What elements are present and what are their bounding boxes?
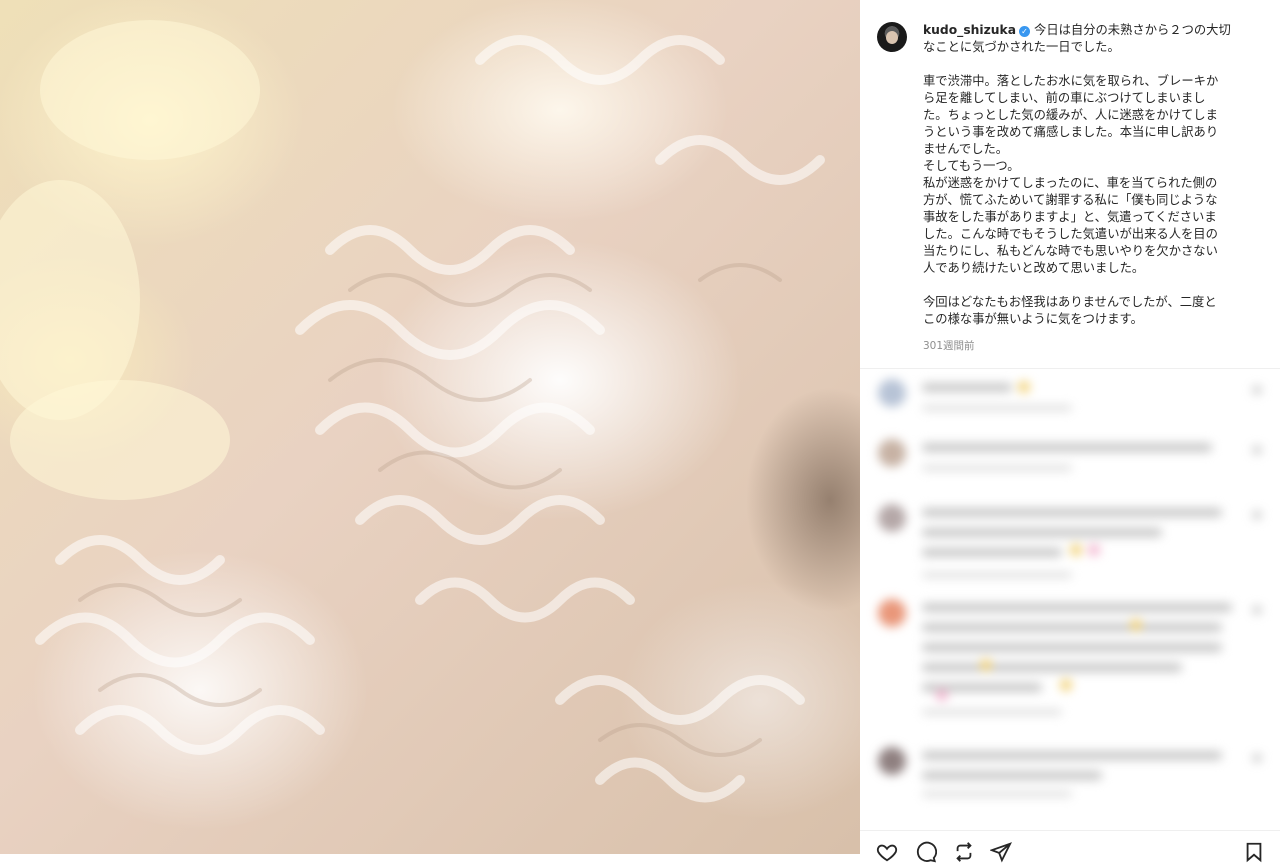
emoji (1060, 679, 1072, 691)
caption-first-line: kudo_shizuka ✓ 今日は自分の未熟さから２つの大切 (923, 22, 1248, 39)
emoji (1088, 544, 1100, 556)
emoji (980, 659, 992, 671)
caption-line: うという事を改めて痛感しました。本当に申し訳あり (923, 125, 1219, 139)
comment-text-blurred (922, 643, 1222, 652)
caption-line: た。ちょっとした気の緩みが、人に迷惑をかけてしま (923, 108, 1218, 122)
emoji (1070, 544, 1082, 556)
caption-section: kudo_shizuka ✓ 今日は自分の未熟さから２つの大切 なことに気づかされた… (860, 0, 1280, 369)
comments-list-blurred (860, 369, 1280, 809)
send-icon[interactable] (990, 841, 1012, 863)
caption-line: 人であり続けたいと改めて思いました。 (923, 261, 1145, 275)
comment-meta-blurred (922, 791, 1072, 797)
emoji (1130, 619, 1142, 631)
caption-line: 方が、慌てふためいて謝罪する私に「僕も同じような (923, 193, 1218, 207)
comment-text-blurred (922, 383, 1012, 392)
comment-text-blurred (922, 508, 1222, 517)
comment-text-blurred (922, 751, 1222, 760)
heart-icon[interactable] (876, 841, 898, 863)
repost-icon[interactable] (953, 841, 975, 863)
bookmark-icon[interactable] (1243, 841, 1265, 863)
comment-meta-blurred (922, 405, 1072, 411)
heart-icon[interactable] (1252, 605, 1262, 615)
caption-line: 私が迷惑をかけてしまったのに、車を当てられた側の (923, 176, 1218, 190)
heart-icon[interactable] (1252, 385, 1262, 395)
comment-text-blurred (922, 528, 1162, 537)
caption-line: 今回はどなたもお怪我はありませんでしたが、二度と (923, 295, 1217, 309)
caption-line: ませんでした。 (923, 142, 1009, 156)
caption-line: 今日は自分の未熟さから２つの大切 (1034, 23, 1231, 37)
comment-text-blurred (922, 443, 1212, 452)
heart-icon[interactable] (1252, 445, 1262, 455)
post-caption: kudo_shizuka ✓ 今日は自分の未熟さから２つの大切 なことに気づかされた… (923, 22, 1248, 328)
emoji (1018, 381, 1030, 393)
caption-line: した。こんな時でもそうした気遣いが出来る人を目の (923, 227, 1218, 241)
caption-line: 事故をした事がありますよ」と、気遣ってくださいま (923, 210, 1217, 224)
avatar[interactable] (878, 379, 906, 407)
comment-text-blurred (922, 663, 1182, 672)
comment-text-blurred (922, 548, 1062, 557)
carnation-flowers-image (0, 20, 825, 803)
caption-line: そしてもう一つ。 (923, 159, 1020, 173)
comment-text-blurred (922, 771, 1102, 780)
comment-meta-blurred (922, 709, 1062, 715)
emoji (936, 689, 948, 701)
post-action-bar (860, 830, 1280, 863)
comment-text-blurred (922, 603, 1232, 612)
post-photo (0, 0, 860, 854)
avatar[interactable] (878, 747, 906, 775)
avatar[interactable] (878, 504, 906, 532)
caption-line: 車で渋滞中。落としたお水に気を取られ、ブレーキか (923, 74, 1219, 88)
heart-icon[interactable] (1252, 753, 1262, 763)
comment-icon[interactable] (915, 841, 937, 863)
caption-line: 当たりにし、私もどんな時でも思いやりを欠かさない (923, 244, 1218, 258)
username-link[interactable]: kudo_shizuka (923, 23, 1016, 37)
avatar[interactable] (877, 22, 907, 52)
post-timestamp[interactable]: 301週間前 (923, 338, 975, 353)
post-side-panel: kudo_shizuka ✓ 今日は自分の未熟さから２つの大切 なことに気づかされた… (860, 0, 1280, 863)
comment-meta-blurred (922, 572, 1072, 578)
comment-meta-blurred (922, 465, 1072, 471)
comment-text-blurred (922, 623, 1222, 632)
avatar[interactable] (878, 439, 906, 467)
caption-line: ら足を離してしまい、前の車にぶつけてしまいまし (923, 91, 1206, 105)
caption-line: この様な事が無いように気をつけます。 (923, 312, 1143, 326)
avatar[interactable] (878, 599, 906, 627)
verified-badge-icon: ✓ (1019, 26, 1031, 37)
caption-line: なことに気づかされた一日でした。 (923, 40, 1120, 54)
heart-icon[interactable] (1252, 510, 1262, 520)
